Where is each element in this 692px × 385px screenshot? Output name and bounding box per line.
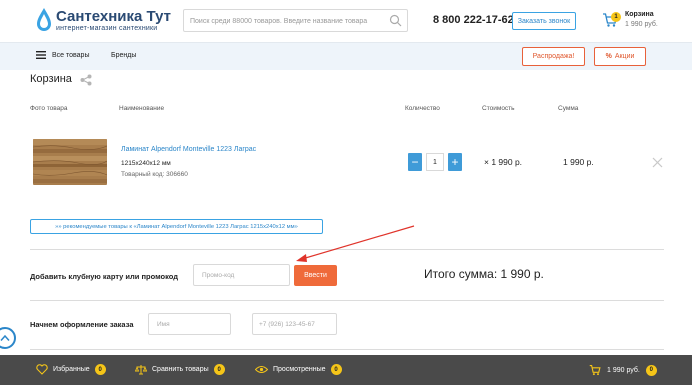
site-logo[interactable]: Сантехника Тут интернет-магазин сантехни… (36, 6, 171, 36)
footer-cart-sum: 1 990 руб. (607, 366, 640, 374)
viewed-count-badge: 0 (330, 364, 342, 375)
search-box (183, 9, 408, 32)
footer-compare-label: Сравнить товары (152, 366, 209, 373)
footer-favorites[interactable]: Избранные 0 (36, 364, 106, 375)
footer-cart-count-badge: 0 (645, 364, 657, 376)
search-input[interactable] (184, 11, 384, 32)
phone-field[interactable] (252, 313, 337, 335)
nav-all-products-label: Все товары (52, 51, 90, 59)
recommended-products-button[interactable]: »» рекомендуемые товары к «Ламинат Alpen… (30, 219, 323, 234)
cart-icon (589, 364, 601, 376)
column-header-sum: Сумма (558, 105, 579, 112)
column-header-quantity: Количество (405, 105, 440, 112)
percent-icon: % (605, 53, 612, 60)
footer-favorites-label: Избранные (53, 366, 90, 373)
promo-button[interactable]: % Акции (594, 47, 646, 66)
sale-button[interactable]: Распродажа! (522, 47, 585, 66)
logo-title: Сантехника Тут (56, 8, 172, 25)
favorites-count-badge: 0 (94, 364, 106, 375)
divider (30, 249, 664, 250)
footer-viewed[interactable]: Просмотренные 0 (255, 364, 342, 375)
site-header: Сантехника Тут интернет-магазин сантехни… (0, 0, 692, 42)
product-size: 1215x240x12 мм (121, 160, 171, 167)
close-icon[interactable] (652, 157, 663, 168)
heart-icon (36, 364, 48, 375)
hamburger-icon (36, 51, 46, 59)
cart-sum: 1 990 руб. (625, 21, 658, 28)
phone-number[interactable]: 8 800 222-17-62 (433, 14, 514, 26)
promo-button-label: Акции (614, 53, 635, 60)
apply-promo-button[interactable]: Ввести (294, 265, 337, 286)
product-code: Товарный код: 306660 (121, 171, 188, 178)
quantity-increase-button[interactable]: + (448, 153, 462, 171)
order-label: Начнем оформление заказа (30, 320, 134, 329)
chevron-up-icon (0, 334, 10, 341)
column-header-name: Наименование (119, 105, 165, 112)
quantity-field[interactable]: 1 (426, 153, 444, 171)
divider (30, 300, 664, 301)
promo-code-input[interactable] (193, 264, 290, 286)
cart-count-badge: 1 (611, 12, 621, 22)
product-image[interactable] (33, 139, 107, 185)
divider (30, 349, 664, 350)
column-header-price: Стоимость (482, 105, 515, 112)
eye-icon (255, 366, 268, 373)
item-price: × 1 990 р. (484, 157, 523, 167)
share-icon[interactable] (80, 74, 92, 86)
product-name-link[interactable]: Ламинат Alpendorf Monteville 1223 Лаграс (121, 146, 256, 153)
water-drop-icon (37, 8, 51, 31)
name-field[interactable] (148, 313, 231, 335)
nav-brands[interactable]: Бренды (111, 52, 136, 59)
scales-icon (135, 365, 147, 375)
compare-count-badge: 0 (213, 364, 225, 375)
logo-subtitle: интернет-магазин сантехники (56, 25, 158, 32)
promo-label: Добавить клубную карту или промокод (30, 272, 179, 281)
scroll-to-top-button[interactable] (0, 327, 16, 349)
quantity-decrease-button[interactable]: − (408, 153, 422, 171)
header-cart[interactable]: 1 Корзина 1 990 руб. (602, 9, 682, 33)
bottom-bar: Избранные 0 Сравнить товары 0 Просмотрен… (0, 355, 692, 385)
main-nav: Все товары Бренды Распродажа! % Акции (0, 42, 692, 70)
cart-label: Корзина (625, 11, 654, 18)
page-title: Корзина (30, 73, 72, 85)
nav-all-products[interactable]: Все товары (36, 51, 90, 59)
footer-compare[interactable]: Сравнить товары 0 (135, 364, 225, 375)
search-icon[interactable] (389, 14, 402, 27)
item-sum: 1 990 р. (563, 157, 594, 167)
callback-button[interactable]: Заказать звонок (512, 12, 576, 30)
order-total: Итого сумма: 1 990 р. (424, 267, 544, 281)
footer-viewed-label: Просмотренные (273, 366, 326, 373)
column-header-photo: Фото товара (30, 105, 68, 112)
footer-cart[interactable]: 1 990 руб. 0 (589, 364, 657, 376)
